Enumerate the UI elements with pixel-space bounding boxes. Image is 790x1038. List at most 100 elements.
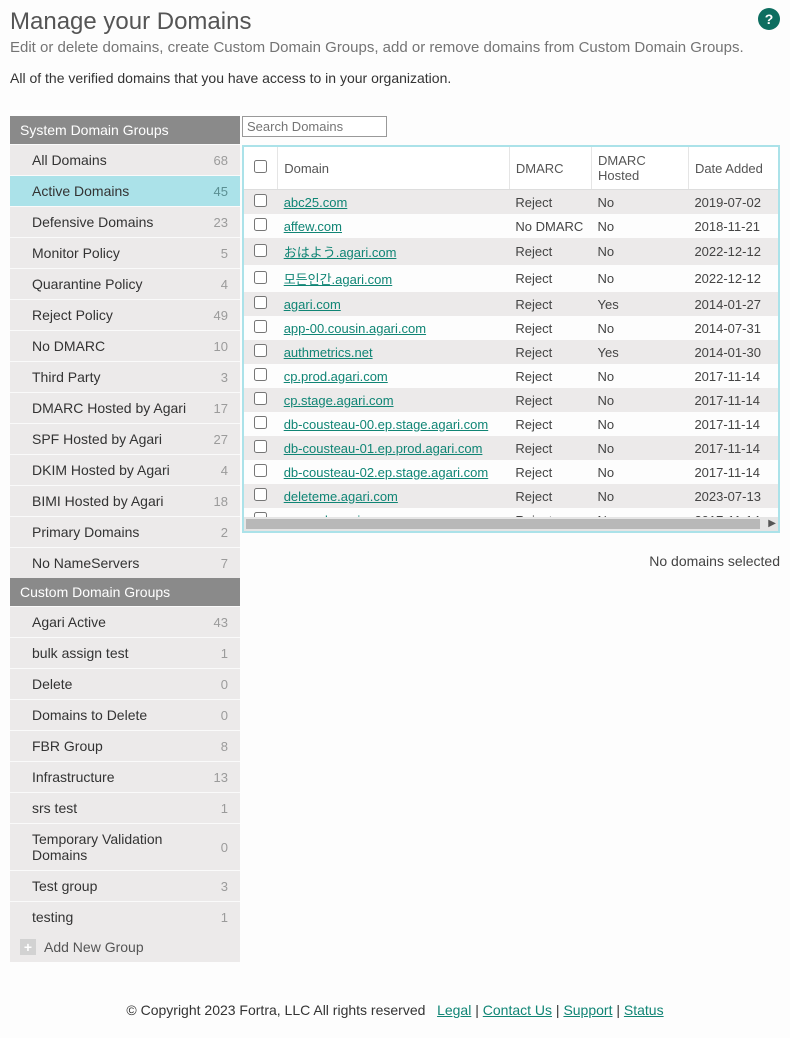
sidebar-item[interactable]: No DMARC 10 [10,330,240,361]
sidebar-item[interactable]: Infrastructure13 [10,761,240,792]
cell-dmarc: Reject [509,388,591,412]
sidebar-item[interactable]: All Domains 68 [10,144,240,175]
footer-link[interactable]: Legal [437,1002,471,1018]
domain-link[interactable]: affew.com [284,219,342,234]
domain-link[interactable]: おはよう.agari.com [284,245,397,260]
table-row: deleteme.agari.comRejectNo2023-07-13 [244,484,778,508]
sidebar-item-label: FBR Group [32,738,103,754]
row-checkbox[interactable] [254,488,267,501]
domains-table-container: Domain DMARC DMARC Hosted Date Added abc… [242,145,780,533]
cell-dmarc: No DMARC [509,214,591,238]
sidebar-item-label: Third Party [32,369,100,385]
search-input[interactable] [242,116,387,137]
sidebar-item[interactable]: Defensive Domains23 [10,206,240,237]
sidebar-item-count: 0 [221,840,228,855]
row-checkbox[interactable] [254,440,267,453]
domain-link[interactable]: app-00.cousin.agari.com [284,321,426,336]
sidebar-item-label: All Domains [32,152,107,168]
scroll-right-icon[interactable]: ▶ [768,518,776,529]
row-checkbox[interactable] [254,344,267,357]
sidebar-item[interactable]: srs test1 [10,792,240,823]
copyright-text: © Copyright 2023 Fortra, LLC All rights … [126,1002,425,1018]
sidebar-item[interactable]: DMARC Hosted by Agari17 [10,392,240,423]
domain-link[interactable]: db-cousteau-00.ep.stage.agari.com [284,417,489,432]
sidebar-item[interactable]: Domains to Delete0 [10,699,240,730]
row-checkbox[interactable] [254,368,267,381]
help-icon[interactable]: ? [758,8,780,30]
cell-hosted: No [592,412,689,436]
sidebar-item[interactable]: Test group3 [10,870,240,901]
sidebar-item-count: 18 [214,494,228,509]
add-group-button[interactable]: +Add New Group [10,932,240,962]
sidebar-item[interactable]: Reject Policy49 [10,299,240,330]
cell-hosted: No [592,265,689,292]
domain-link[interactable]: cp.prod.agari.com [284,369,388,384]
cell-added: 2017-11-14 [688,364,778,388]
sidebar-item[interactable]: Third Party3 [10,361,240,392]
column-header-dmarc[interactable]: DMARC [509,147,591,190]
footer-link[interactable]: Support [563,1002,612,1018]
footer-link[interactable]: Status [624,1002,664,1018]
select-all-checkbox[interactable] [254,160,267,173]
sidebar-item[interactable]: Quarantine Policy4 [10,268,240,299]
table-row: cp.prod.agari.comRejectNo2017-11-14 [244,364,778,388]
sidebar-item[interactable]: Agari Active43 [10,606,240,637]
domains-table: Domain DMARC DMARC Hosted Date Added abc… [244,147,778,517]
sidebar-item[interactable]: bulk assign test 1 [10,637,240,668]
sidebar-item[interactable]: Temporary Validation Domains0 [10,823,240,870]
page-subtitle: Edit or delete domains, create Custom Do… [10,39,780,56]
sidebar-item-count: 1 [221,646,228,661]
sidebar-item-count: 45 [214,184,228,199]
footer-link[interactable]: Contact Us [483,1002,552,1018]
cell-added: 2017-11-14 [688,460,778,484]
row-checkbox[interactable] [254,296,267,309]
sidebar-item-count: 68 [214,153,228,168]
cell-added: 2014-01-30 [688,340,778,364]
sidebar-item[interactable]: Monitor Policy5 [10,237,240,268]
column-header-added[interactable]: Date Added [688,147,778,190]
domain-link[interactable]: authmetrics.net [284,345,373,360]
cell-added: 2017-11-14 [688,508,778,517]
row-checkbox[interactable] [254,244,267,257]
sidebar-item[interactable]: SPF Hosted by Agari27 [10,423,240,454]
sidebar-item-count: 1 [221,910,228,925]
domain-link[interactable]: abc25.com [284,195,348,210]
column-header-hosted[interactable]: DMARC Hosted [592,147,689,190]
table-row: affew.comNo DMARCNo2018-11-21 [244,214,778,238]
sidebar-item-count: 10 [214,339,228,354]
sidebar-item-label: Delete [32,676,72,692]
sidebar-item[interactable]: testing1 [10,901,240,932]
sidebar-item[interactable]: Primary Domains2 [10,516,240,547]
sidebar-item-count: 13 [214,770,228,785]
row-checkbox[interactable] [254,218,267,231]
row-checkbox[interactable] [254,320,267,333]
sidebar-item[interactable]: BIMI Hosted by Agari18 [10,485,240,516]
sidebar-item-label: Active Domains [32,183,129,199]
row-checkbox[interactable] [254,194,267,207]
row-checkbox[interactable] [254,416,267,429]
domain-link[interactable]: cp.stage.agari.com [284,393,394,408]
cell-hosted: No [592,364,689,388]
sidebar-item[interactable]: Active Domains 45 [10,175,240,206]
row-checkbox[interactable] [254,271,267,284]
page-title: Manage your Domains [10,8,780,36]
row-checkbox[interactable] [254,392,267,405]
group-header: Custom Domain Groups [10,578,240,606]
sidebar-item-label: No DMARC [32,338,105,354]
sidebar-item[interactable]: FBR Group8 [10,730,240,761]
domain-link[interactable]: db-cousteau-02.ep.stage.agari.com [284,465,489,480]
cell-dmarc: Reject [509,190,591,215]
sidebar-item-label: bulk assign test [32,645,129,661]
domain-link[interactable]: 모든인간.agari.com [284,272,393,287]
sidebar-item[interactable]: DKIM Hosted by Agari4 [10,454,240,485]
domain-link[interactable]: agari.com [284,297,341,312]
sidebar-item[interactable]: No NameServers7 [10,547,240,578]
table-row: agari.comRejectYes2014-01-27 [244,292,778,316]
domain-link[interactable]: deleteme.agari.com [284,489,398,504]
sidebar-item[interactable]: Delete0 [10,668,240,699]
horizontal-scrollbar[interactable]: ▶ [244,517,778,531]
table-row: abc25.comRejectNo2019-07-02 [244,190,778,215]
column-header-domain[interactable]: Domain [278,147,510,190]
domain-link[interactable]: db-cousteau-01.ep.prod.agari.com [284,441,483,456]
row-checkbox[interactable] [254,464,267,477]
